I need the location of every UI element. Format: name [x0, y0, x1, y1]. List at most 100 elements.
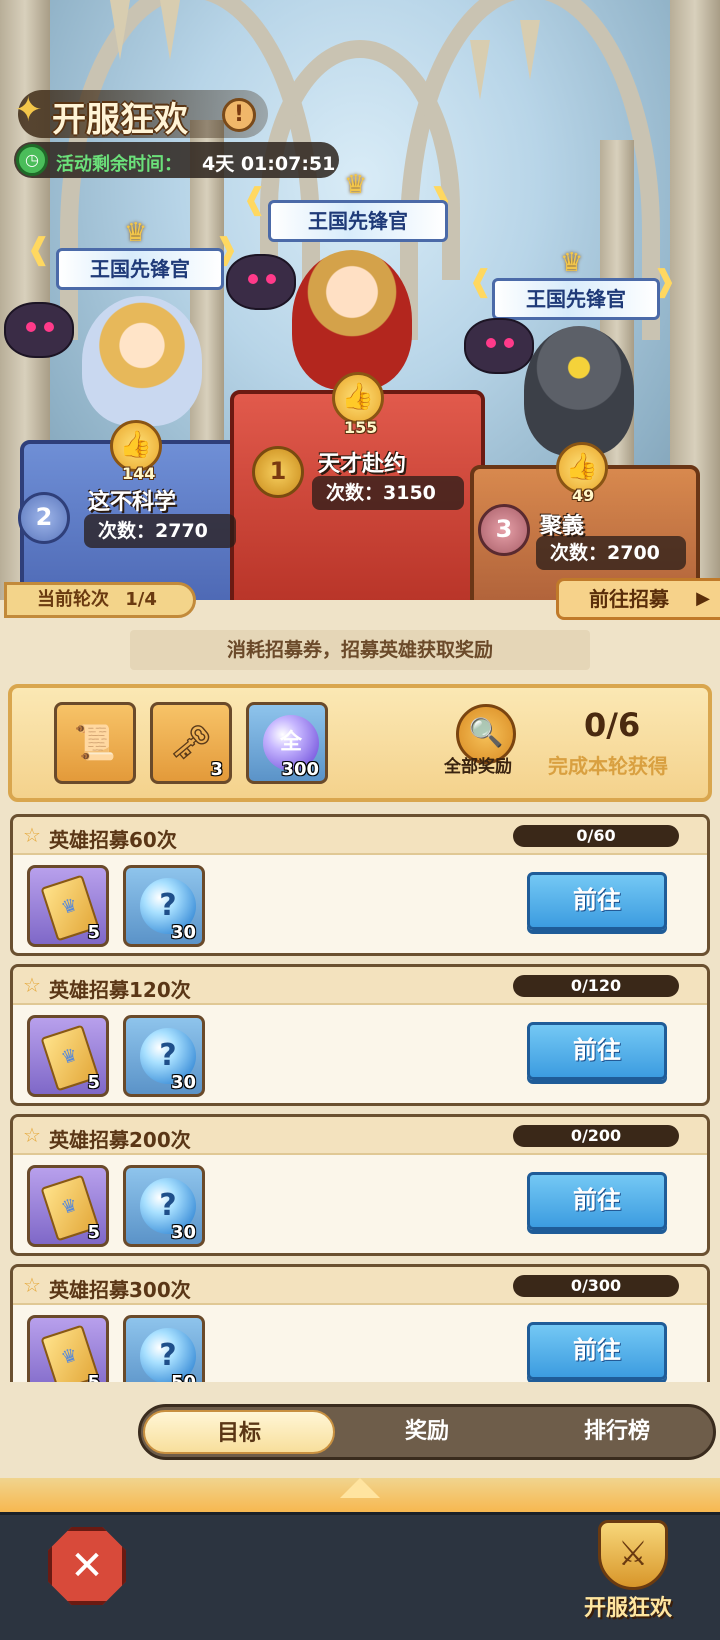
- event-title: 开服狂欢: [52, 100, 188, 140]
- current-round: 当前轮次 1/4: [4, 582, 196, 618]
- ceiling-spike: [520, 20, 540, 80]
- task-progress: 0/60: [513, 825, 679, 847]
- wing-left-icon: ❰: [242, 182, 268, 217]
- count-second: 次数：2770: [84, 514, 236, 548]
- round-hint: 完成本轮获得: [548, 754, 668, 778]
- item-quantity: 5: [87, 922, 100, 943]
- tab-rewards[interactable]: 奖励: [331, 1410, 523, 1454]
- star-icon: ☆: [23, 1123, 41, 1147]
- crown-icon: ♛: [560, 248, 584, 278]
- task-card: ☆ 英雄招募120次 0/120 ♛ 5 ? 30 前往: [10, 964, 710, 1106]
- item-quantity: 30: [170, 922, 196, 943]
- hero-avatar-third[interactable]: [524, 326, 634, 456]
- rank-badge-second: 2: [18, 492, 70, 544]
- task-go-button[interactable]: 前往: [527, 872, 667, 930]
- dragon-pet: [226, 254, 296, 310]
- like-count-first: 155: [344, 418, 378, 437]
- task-card: ☆ 英雄招募300次 0/300 ♛ 5 ? 50 前往: [10, 1264, 710, 1382]
- question-orb-icon[interactable]: ? 30: [123, 1165, 205, 1247]
- rank-badge-third: 3: [478, 504, 530, 556]
- ticket-icon[interactable]: ♛ 5: [27, 1015, 109, 1097]
- info-icon[interactable]: !: [222, 98, 256, 132]
- timer-value: 4天 01:07:51: [202, 153, 336, 175]
- item-quantity: 50: [171, 1374, 196, 1383]
- task-progress: 0/200: [513, 1125, 679, 1147]
- like-count-third: 49: [572, 486, 595, 505]
- task-title: 英雄招募60次: [49, 828, 177, 852]
- item-quantity: 30: [170, 1222, 196, 1243]
- task-go-button[interactable]: 前往: [527, 1172, 667, 1230]
- hero-avatar-first[interactable]: [292, 250, 412, 390]
- play-arrow-icon: ▶: [696, 588, 710, 609]
- crown-icon: ♛: [124, 218, 148, 248]
- question-orb-icon[interactable]: ? 50: [123, 1315, 205, 1382]
- round-value: 1/4: [125, 589, 157, 610]
- ticket-icon[interactable]: ♛ 5: [27, 1315, 109, 1382]
- key-icon[interactable]: 🗝 3: [150, 702, 232, 784]
- goto-recruit-label: 前往招募: [589, 587, 669, 611]
- task-card: ☆ 英雄招募200次 0/200 ♛ 5 ? 30 前往: [10, 1114, 710, 1256]
- item-quantity: 30: [170, 1072, 196, 1093]
- player-name-first: 天才赴约: [318, 452, 407, 477]
- count-first: 次数：3150: [312, 476, 464, 510]
- ticket-icon[interactable]: ♛ 5: [27, 1165, 109, 1247]
- task-header: ☆ 英雄招募120次 0/120: [13, 967, 707, 1005]
- event-shield-icon[interactable]: ⚔: [598, 1520, 668, 1590]
- dragon-pet: [464, 318, 534, 374]
- ceiling-spike: [470, 40, 490, 100]
- rank-badge-first: 1: [252, 446, 304, 498]
- crossed-swords-icon: ✕: [70, 1543, 104, 1589]
- ceiling-spike: [160, 0, 180, 60]
- timer-label: 活动剩余时间：: [56, 154, 182, 175]
- item-quantity: 5: [87, 1374, 100, 1383]
- question-orb-icon[interactable]: ? 30: [123, 1015, 205, 1097]
- count-third: 次数：2700: [536, 536, 686, 570]
- item-quantity: 5: [87, 1072, 100, 1093]
- title-plate-first: 王国先锋官: [268, 200, 448, 242]
- hero-avatar-second[interactable]: [82, 296, 202, 426]
- task-header: ☆ 英雄招募60次 0/60: [13, 817, 707, 855]
- goto-recruit-button[interactable]: 前往招募 ▶: [556, 578, 720, 620]
- star-icon: ☆: [23, 823, 41, 847]
- item-quantity: 300: [281, 759, 319, 780]
- task-go-button[interactable]: 前往: [527, 1022, 667, 1080]
- ceiling-spike: [110, 0, 130, 60]
- title-plate-second: 王国先锋官: [56, 248, 224, 290]
- like-icon[interactable]: 👍: [332, 372, 384, 424]
- round-label: 当前轮次: [37, 589, 109, 610]
- task-header: ☆ 英雄招募300次 0/300: [13, 1267, 707, 1305]
- event-label[interactable]: 开服狂欢: [584, 1590, 672, 1622]
- instruction-ribbon: 消耗招募券，招募英雄获取奖励: [130, 630, 590, 670]
- player-name-second: 这不科学: [88, 490, 177, 515]
- like-count-second: 144: [122, 464, 156, 483]
- all-rewards-label[interactable]: 全部奖励: [444, 752, 512, 777]
- tab-leaderboard[interactable]: 排行榜: [521, 1410, 713, 1454]
- star-icon: ✦: [14, 90, 43, 130]
- task-header: ☆ 英雄招募200次 0/200: [13, 1117, 707, 1155]
- star-icon: ☆: [23, 973, 41, 997]
- task-title: 英雄招募300次: [49, 1278, 191, 1302]
- item-quantity: 5: [87, 1222, 100, 1243]
- wing-left-icon: ❰: [468, 264, 494, 299]
- item-quantity: 3: [210, 759, 223, 780]
- star-icon: ☆: [23, 1273, 41, 1297]
- ticket-icon[interactable]: ♛ 5: [27, 865, 109, 947]
- mystery-scroll-icon[interactable]: 📜: [54, 702, 136, 784]
- title-plate-third: 王国先锋官: [492, 278, 660, 320]
- question-orb-icon[interactable]: ? 30: [123, 865, 205, 947]
- round-progress: 0/6: [584, 706, 641, 744]
- task-go-button[interactable]: 前往: [527, 1322, 667, 1380]
- crown-icon: ♛: [344, 170, 368, 200]
- dragon-pet: [4, 302, 74, 358]
- wing-left-icon: ❰: [26, 232, 52, 267]
- task-progress: 0/120: [513, 975, 679, 997]
- all-orb-icon[interactable]: 全 300: [246, 702, 328, 784]
- task-list[interactable]: ☆ 英雄招募60次 0/60 ♛ 5 ? 30 前往 ☆ 英雄招募120次 0/…: [0, 810, 720, 1382]
- task-title: 英雄招募200次: [49, 1128, 191, 1152]
- task-title: 英雄招募120次: [49, 978, 191, 1002]
- clock-icon: ◷: [16, 144, 48, 176]
- task-card: ☆ 英雄招募60次 0/60 ♛ 5 ? 30 前往: [10, 814, 710, 956]
- tab-goals[interactable]: 目标: [143, 1410, 335, 1454]
- task-progress: 0/300: [513, 1275, 679, 1297]
- tab-bar: 目标 奖励 排行榜: [138, 1404, 716, 1460]
